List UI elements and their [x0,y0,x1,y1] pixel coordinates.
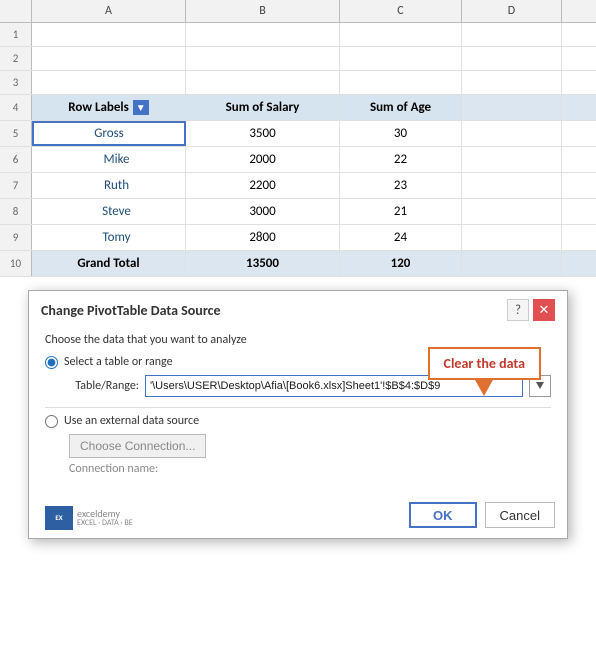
cell-b3[interactable] [186,71,340,94]
cell-d5[interactable] [462,121,562,146]
cell-mike-age: 22 [340,147,462,172]
cell-b1[interactable] [186,23,340,46]
divider [45,407,551,408]
change-pivot-dialog: Change PivotTable Data Source ? ✕ Choose… [28,290,568,539]
row-number: 4 [0,95,32,120]
ok-button[interactable]: OK [409,502,477,528]
cancel-button[interactable]: Cancel [485,502,555,528]
choose-connection-container: Choose Connection... [45,434,551,462]
cell-d6[interactable] [462,147,562,172]
cell-d9[interactable] [462,225,562,250]
connection-name-label: Connection name: [69,462,551,476]
cell-gross[interactable]: Gross [32,121,186,146]
col-header-c: C [340,0,462,22]
cell-steve-age: 21 [340,199,462,224]
column-headers: A B C D [0,0,596,23]
row-number: 1 [0,23,32,46]
cell-tomy-salary: 2800 [186,225,340,250]
cell-tomy-age: 24 [340,225,462,250]
cell-sum-age: Sum of Age [340,95,462,120]
cell-a1[interactable] [32,23,186,46]
row-number: 3 [0,71,32,94]
dropdown-icon[interactable]: ▼ [133,100,149,115]
cell-ruth[interactable]: Ruth [32,173,186,198]
choose-connection-button[interactable]: Choose Connection... [69,434,206,458]
dialog-subtitle: Choose the data that you want to analyze [45,333,551,347]
cell-gross-salary: 3500 [186,121,340,146]
cell-c2[interactable] [340,47,462,70]
corner-cell [0,0,32,22]
row-number: 8 [0,199,32,224]
close-button[interactable]: ✕ [533,299,555,321]
dialog-titlebar: Change PivotTable Data Source ? ✕ [29,291,567,325]
cell-b2[interactable] [186,47,340,70]
table-row: 8 Steve 3000 21 [0,199,596,225]
table-range-label: Table/Range: [63,379,139,393]
callout-arrow [474,378,494,396]
cell-tomy[interactable]: Tomy [32,225,186,250]
cell-a3[interactable] [32,71,186,94]
col-header-a: A [32,0,186,22]
row-number: 2 [0,47,32,70]
callout-text: Clear the data [444,355,525,372]
cell-d8[interactable] [462,199,562,224]
cell-steve-salary: 3000 [186,199,340,224]
cell-grand-salary: 13500 [186,251,340,276]
cell-c3[interactable] [340,71,462,94]
radio-external-input[interactable] [45,415,58,428]
grand-total-row: 10 Grand Total 13500 120 [0,251,596,277]
dialog-body: Choose the data that you want to analyze… [29,325,567,498]
table-row: 1 [0,23,596,47]
dialog-title: Change PivotTable Data Source [41,302,507,319]
cell-gross-age: 30 [340,121,462,146]
cell-mike[interactable]: Mike [32,147,186,172]
cell-d1[interactable] [462,23,562,46]
cell-grand-total: Grand Total [32,251,186,276]
cell-d4[interactable] [462,95,562,120]
cell-d10[interactable] [462,251,562,276]
logo-inner-text: EX [55,514,62,522]
cell-c1[interactable] [340,23,462,46]
cell-mike-salary: 2000 [186,147,340,172]
logo-text: exceldemy EXCEL · DATA · BE [77,508,133,528]
row-number: 10 [0,251,32,276]
table-row: 3 [0,71,596,95]
cell-d3[interactable] [462,71,562,94]
row-number: 7 [0,173,32,198]
row-number: 9 [0,225,32,250]
callout-box: Clear the data [428,347,541,380]
radio-external-label: Use an external data source [64,414,199,428]
radio-external-source: Use an external data source [45,414,551,428]
pivot-header-row: 4 Row Labels ▼ Sum of Salary Sum of Age [0,95,596,121]
col-header-b: B [186,0,340,22]
radio-select-table-label: Select a table or range [64,355,173,369]
cell-d7[interactable] [462,173,562,198]
col-header-d: D [462,0,562,22]
radio-select-table-input[interactable] [45,356,58,369]
cell-steve[interactable]: Steve [32,199,186,224]
dialog-footer: EX exceldemy EXCEL · DATA · BE OK Cancel [29,498,567,538]
cell-sum-salary: Sum of Salary [186,95,340,120]
table-range-row: Table/Range: Clear the data [63,375,551,397]
table-row: 6 Mike 2000 22 [0,147,596,173]
help-button[interactable]: ? [507,299,529,321]
row-number: 5 [0,121,32,146]
table-row: 9 Tomy 2800 24 [0,225,596,251]
cell-d2[interactable] [462,47,562,70]
cell-ruth-salary: 2200 [186,173,340,198]
pivot-gross-row: 5 Gross 3500 30 [0,121,596,147]
cell-row-labels[interactable]: Row Labels ▼ [32,95,186,120]
logo-icon: EX [45,506,73,530]
cell-grand-age: 120 [340,251,462,276]
table-row: 7 Ruth 2200 23 [0,173,596,199]
cell-ruth-age: 23 [340,173,462,198]
row-number: 6 [0,147,32,172]
table-row: 2 [0,47,596,71]
footer-logo: EX exceldemy EXCEL · DATA · BE [45,506,133,530]
dialog-controls: ? ✕ [507,299,555,321]
cell-a2[interactable] [32,47,186,70]
